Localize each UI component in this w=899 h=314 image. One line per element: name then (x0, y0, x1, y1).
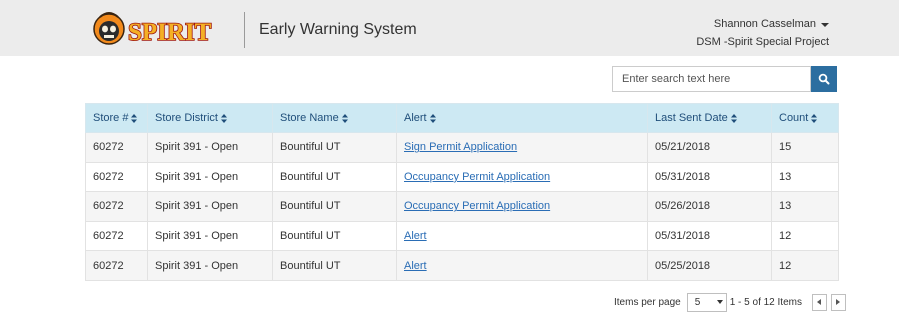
cell-alert: Occupancy Permit Application (396, 161, 648, 193)
chevron-left-icon (817, 299, 822, 305)
page-title: Early Warning System (259, 21, 417, 38)
pager-range: 1 - 5 of 12 Items (729, 296, 802, 308)
cell-last-sent-date: 05/26/2018 (647, 191, 772, 222)
page-size-select[interactable]: 5 (686, 292, 727, 312)
cell-last-sent-date: 05/31/2018 (647, 161, 772, 193)
cell-count: 13 (771, 161, 839, 193)
sort-icon (131, 113, 138, 123)
cell-count: 12 (771, 250, 839, 281)
cell-store-name: Bountiful UT (272, 191, 397, 222)
cell-store-name: Bountiful UT (272, 161, 397, 193)
alert-link[interactable]: Sign Permit Application (404, 141, 517, 153)
table-row[interactable]: 60272 Spirit 391 - Open Bountiful UT Occ… (85, 191, 839, 222)
cell-store-name: Bountiful UT (272, 132, 397, 163)
cell-alert: Occupancy Permit Application (396, 191, 648, 222)
table-row[interactable]: 60272 Spirit 391 - Open Bountiful UT Occ… (85, 161, 839, 193)
logo-wordmark: SPIRIT (128, 19, 212, 46)
app-header: SPIRIT Early Warning System Shannon Cass… (0, 0, 899, 56)
cell-count: 13 (771, 191, 839, 222)
sort-icon (811, 113, 818, 123)
alert-link[interactable]: Alert (404, 230, 427, 242)
search-input[interactable] (612, 66, 811, 92)
chevron-down-icon (716, 300, 723, 304)
cell-store-district: Spirit 391 - Open (147, 250, 273, 281)
cell-store-district: Spirit 391 - Open (147, 161, 273, 193)
cell-alert: Alert (396, 220, 648, 252)
table-row[interactable]: 60272 Spirit 391 - Open Bountiful UT Ale… (85, 220, 839, 252)
previous-page-button[interactable] (811, 293, 827, 311)
cell-store-name: Bountiful UT (272, 220, 397, 252)
cell-last-sent-date: 05/21/2018 (647, 132, 772, 163)
user-name[interactable]: Shannon Casselman (714, 15, 816, 33)
cell-count: 15 (771, 132, 839, 163)
chevron-right-icon (836, 299, 841, 305)
alert-link[interactable]: Occupancy Permit Application (404, 200, 550, 212)
cell-alert: Alert (396, 250, 648, 281)
cell-last-sent-date: 05/25/2018 (647, 250, 772, 281)
pagination: Items per page 5 1 - 5 of 12 Items (614, 292, 846, 312)
alert-link[interactable]: Occupancy Permit Application (404, 171, 550, 183)
sort-icon (220, 113, 227, 123)
sort-icon (341, 113, 348, 123)
sort-icon (730, 113, 737, 123)
cell-alert: Sign Permit Application (396, 132, 648, 163)
column-header-last-sent-date[interactable]: Last Sent Date (647, 103, 772, 133)
column-header-alert[interactable]: Alert (396, 103, 648, 133)
chevron-down-icon[interactable] (821, 22, 829, 27)
cell-store-name: Bountiful UT (272, 250, 397, 281)
table-header-row: Store # Store District Store Name Alert … (85, 103, 839, 133)
cell-last-sent-date: 05/31/2018 (647, 220, 772, 252)
header-divider (244, 12, 245, 48)
alert-link[interactable]: Alert (404, 260, 427, 272)
cell-store-number: 60272 (85, 132, 148, 163)
column-header-store-number[interactable]: Store # (85, 103, 148, 133)
column-header-store-district[interactable]: Store District (147, 103, 273, 133)
next-page-button[interactable] (830, 293, 846, 311)
cell-store-district: Spirit 391 - Open (147, 132, 273, 163)
table-row[interactable]: 60272 Spirit 391 - Open Bountiful UT Sig… (85, 132, 839, 163)
cell-store-district: Spirit 391 - Open (147, 220, 273, 252)
sort-icon (429, 113, 436, 123)
page-size-value: 5 (694, 296, 701, 308)
cell-store-number: 60272 (85, 250, 148, 281)
search-icon (818, 73, 830, 85)
user-role: DSM -Spirit Special Project (696, 36, 829, 48)
cell-store-number: 60272 (85, 161, 148, 193)
cell-store-number: 60272 (85, 220, 148, 252)
items-per-page-label: Items per page (614, 296, 681, 308)
table-row[interactable]: 60272 Spirit 391 - Open Bountiful UT Ale… (85, 250, 839, 281)
search-button[interactable] (811, 66, 837, 92)
column-header-store-name[interactable]: Store Name (272, 103, 397, 133)
column-header-count[interactable]: Count (771, 103, 839, 133)
cell-store-number: 60272 (85, 191, 148, 222)
spirit-logo[interactable]: SPIRIT (92, 11, 232, 47)
cell-count: 12 (771, 220, 839, 252)
cell-store-district: Spirit 391 - Open (147, 191, 273, 222)
user-menu[interactable]: Shannon Casselman DSM -Spirit Special Pr… (696, 15, 829, 51)
alerts-table: Store # Store District Store Name Alert … (85, 103, 839, 281)
